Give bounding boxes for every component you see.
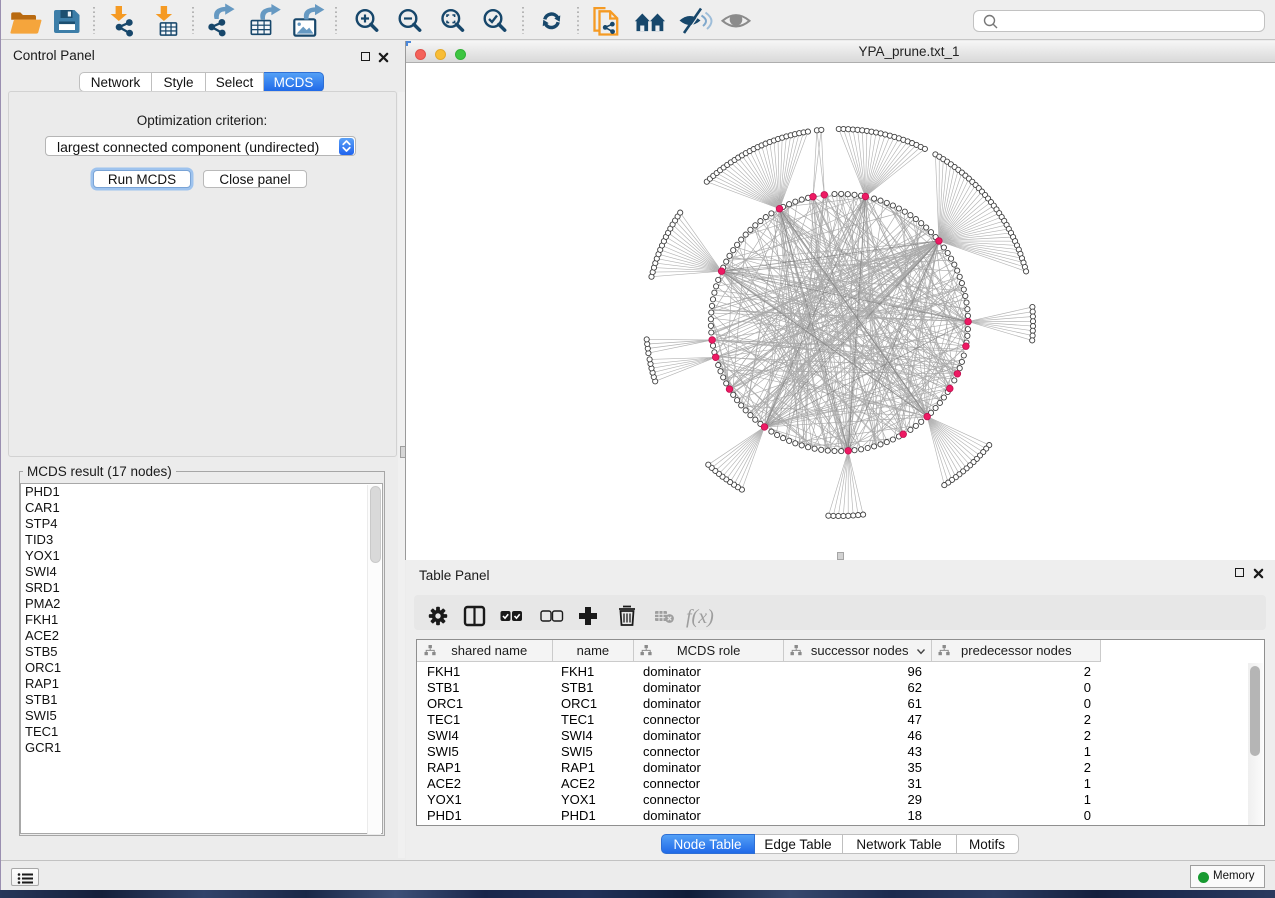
svg-text:f(x): f(x) [686, 606, 714, 628]
